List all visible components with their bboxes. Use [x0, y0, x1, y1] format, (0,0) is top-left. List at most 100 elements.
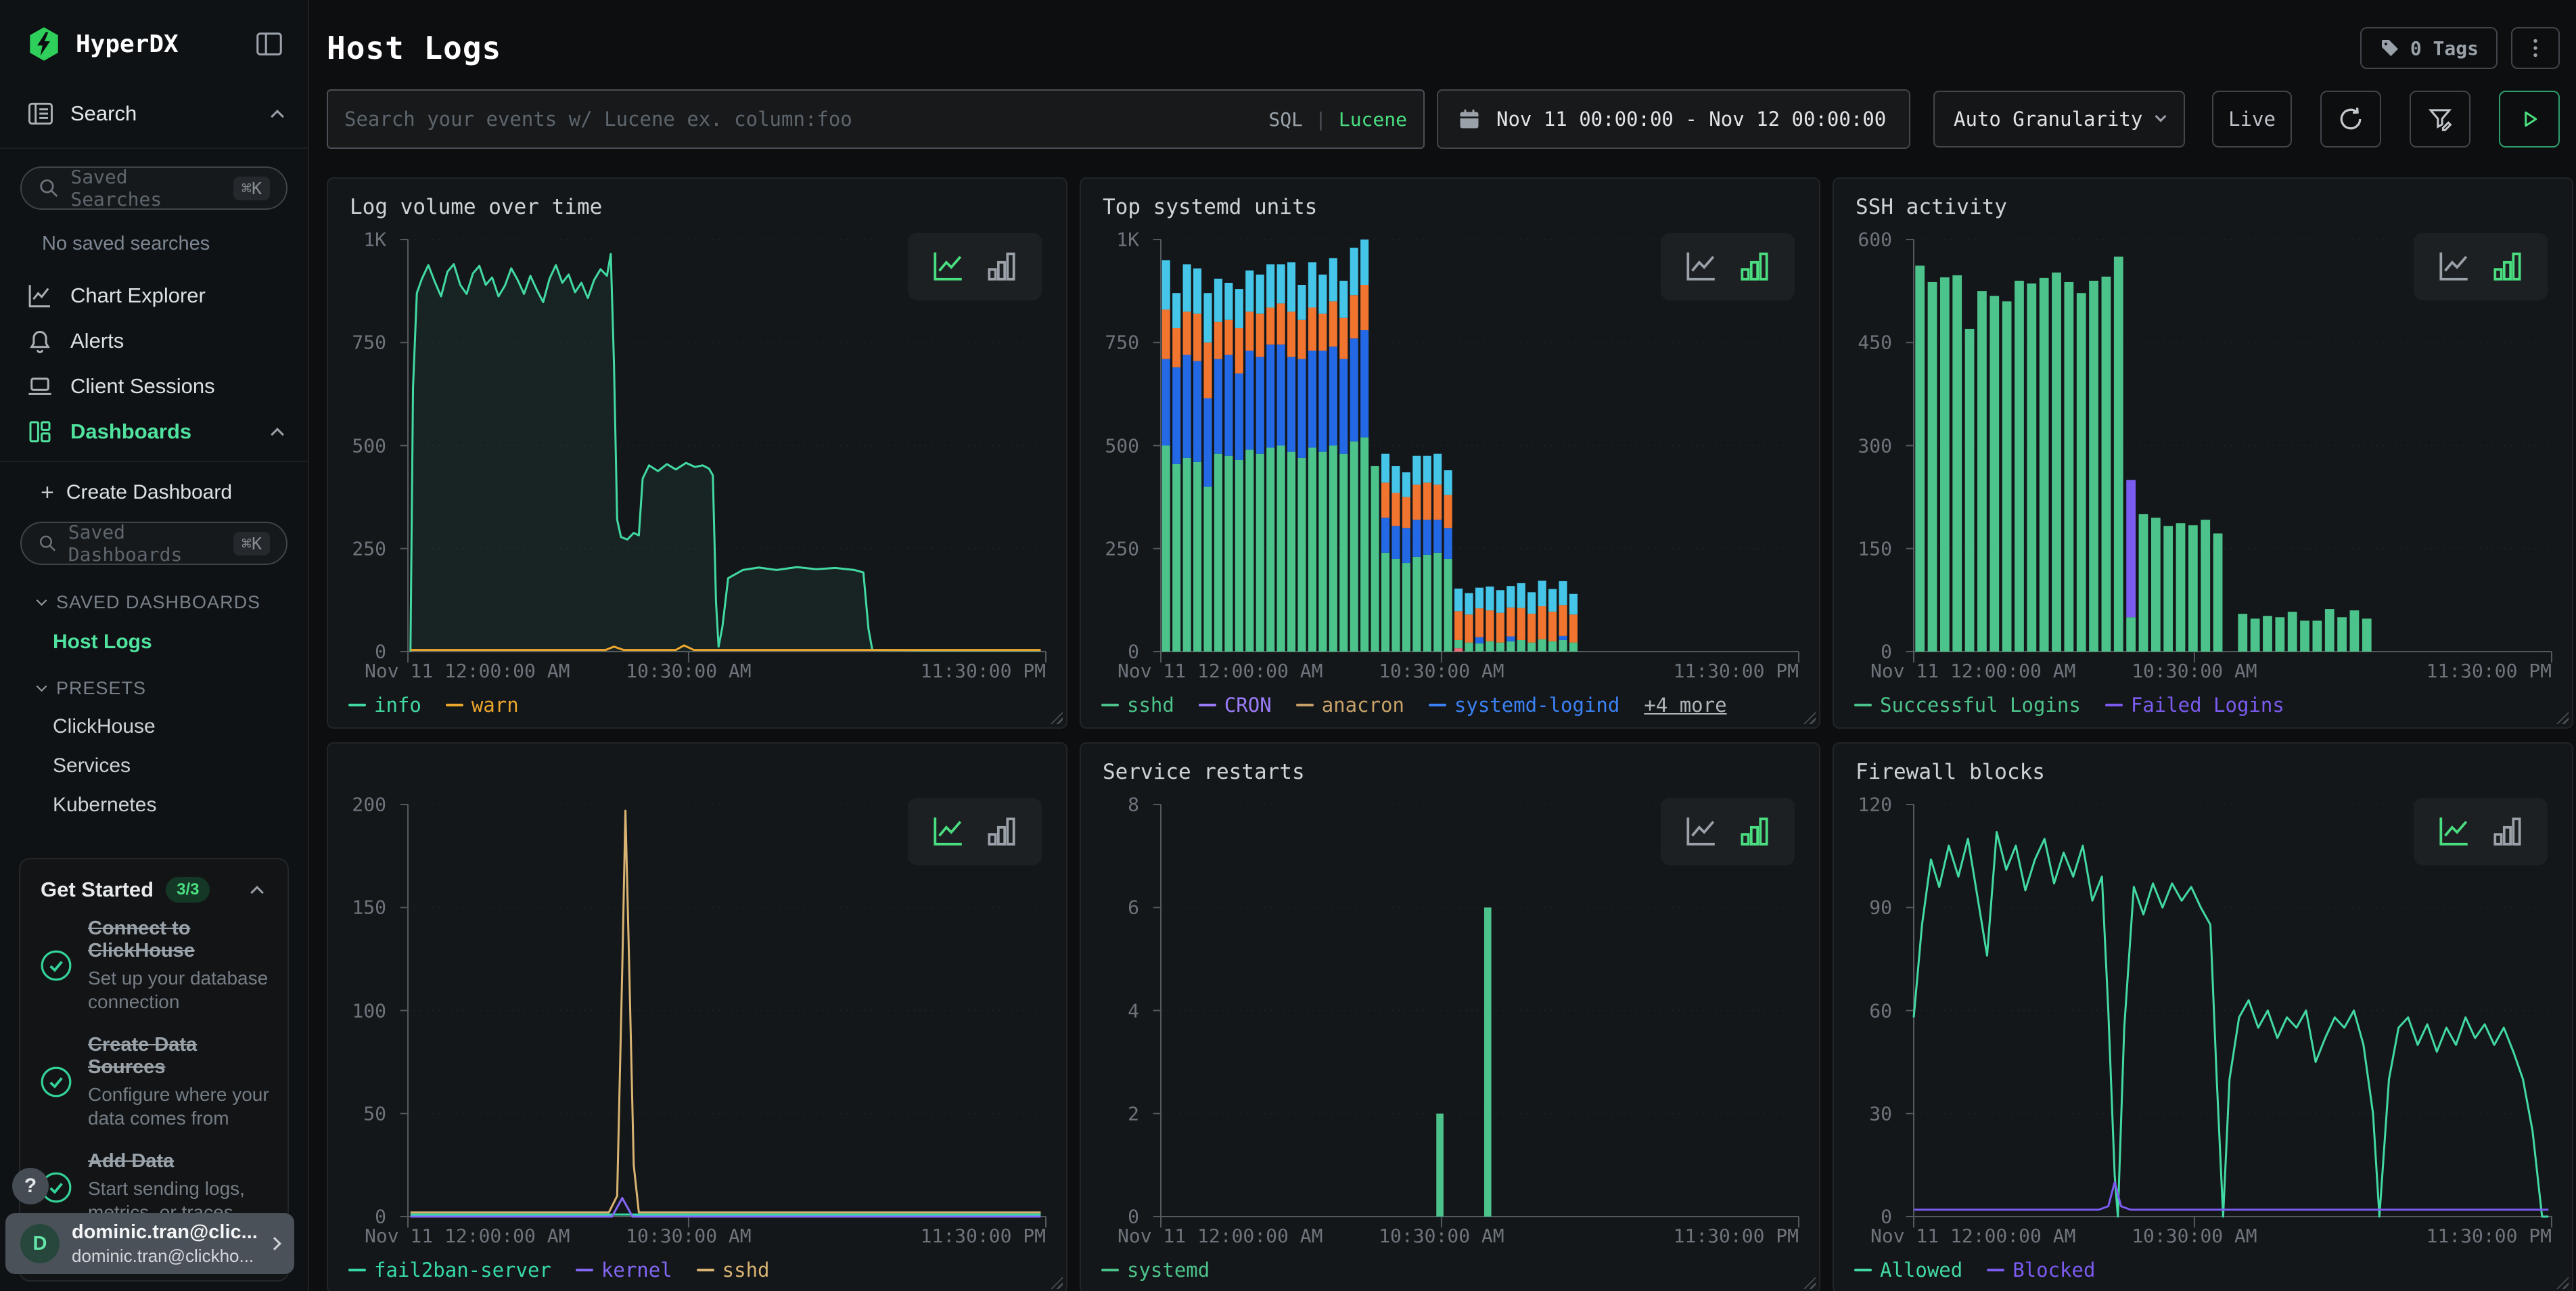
legend-item[interactable]: warn — [446, 694, 519, 717]
resize-handle[interactable] — [1803, 712, 1816, 724]
bar-chart-icon[interactable] — [1736, 248, 1774, 286]
chart-plot — [1914, 805, 2552, 1217]
legend-item[interactable]: sshd — [697, 1259, 770, 1282]
laptop-icon — [26, 372, 54, 401]
get-started-item-sources[interactable]: Create Data Sources Configure where your… — [20, 1034, 288, 1130]
legend-item[interactable]: info — [348, 694, 421, 717]
x-axis-label: 10:30:00 AM — [2132, 1225, 2257, 1247]
resize-handle[interactable] — [1803, 1277, 1816, 1289]
line-chart-icon[interactable] — [2435, 248, 2472, 286]
sql-toggle[interactable]: SQL — [1268, 108, 1303, 131]
legend-item[interactable]: systemd — [1101, 1259, 1210, 1282]
tags-button[interactable]: 0 Tags — [2360, 27, 2498, 69]
chart-type-toggle[interactable] — [2414, 233, 2548, 300]
line-chart-icon[interactable] — [929, 248, 967, 286]
x-axis-labels: Nov 11 12:00:00 AM10:30:00 AM11:30:00 PM — [408, 1225, 1046, 1250]
legend-label: sshd — [1127, 694, 1174, 717]
chevron-up-icon[interactable] — [271, 428, 284, 441]
legend-item[interactable]: kernel — [576, 1259, 672, 1282]
page-title: Host Logs — [327, 30, 501, 66]
chevron-up-icon[interactable] — [271, 110, 284, 123]
legend-item[interactable]: Failed Logins — [2105, 694, 2284, 717]
resize-handle[interactable] — [1051, 712, 1063, 724]
bar-chart-icon[interactable] — [1736, 813, 1774, 851]
query-language-toggle[interactable]: SQL | Lucene — [1268, 108, 1407, 131]
charts-grid: Log volume over time1K7505002500Nov 11 1… — [327, 177, 2576, 1291]
help-button[interactable]: ? — [12, 1168, 49, 1204]
resize-handle[interactable] — [1051, 1277, 1063, 1289]
chart-card-auth-lines: 200150100500Nov 11 12:00:00 AM10:30:00 A… — [327, 742, 1067, 1291]
legend-item[interactable]: systemd-logind — [1429, 694, 1619, 717]
chart-type-toggle[interactable] — [1661, 798, 1795, 865]
sidebar-item-host-logs[interactable]: Host Logs — [0, 631, 308, 654]
legend-item[interactable]: anacron — [1296, 694, 1404, 717]
line-chart-icon[interactable] — [1682, 248, 1720, 286]
date-range-picker[interactable]: Nov 11 00:00:00 - Nov 12 00:00:00 — [1437, 89, 1910, 149]
get-started-item-title: Add Data — [88, 1150, 271, 1173]
get-started-header[interactable]: Get Started 3/3 — [20, 859, 288, 918]
chart-title: SSH activity — [1856, 195, 2007, 219]
chart-type-toggle[interactable] — [1661, 233, 1795, 300]
legend-item[interactable]: Successful Logins — [1854, 694, 2081, 717]
line-chart-icon[interactable] — [1682, 813, 1720, 851]
sidebar-item-client-sessions[interactable]: Client Sessions — [0, 363, 308, 409]
no-saved-searches-text: No saved searches — [42, 233, 308, 255]
lucene-toggle[interactable]: Lucene — [1339, 108, 1407, 131]
bar-chart-icon[interactable] — [983, 813, 1021, 851]
sidebar-item-chart-explorer[interactable]: Chart Explorer — [0, 273, 308, 318]
y-axis-label: 300 — [1858, 434, 1892, 457]
bar-chart-icon[interactable] — [2489, 248, 2527, 286]
calendar-icon — [1457, 107, 1481, 131]
sidebar-item-dashboards[interactable]: Dashboards — [0, 409, 308, 454]
refresh-button[interactable] — [2320, 91, 2381, 148]
x-axis-label: Nov 11 12:00:00 AM — [365, 660, 570, 682]
chevron-down-icon — [2155, 111, 2167, 122]
granularity-select[interactable]: Auto Granularity — [1933, 91, 2185, 148]
user-menu[interactable]: D dominic.tran@clic... dominic.tran@clic… — [5, 1213, 294, 1274]
legend-item[interactable]: fail2ban-server — [348, 1259, 551, 1282]
bar-chart-icon[interactable] — [2489, 813, 2527, 851]
sidebar-item-label: Client Sessions — [70, 374, 215, 399]
legend-item[interactable]: sshd — [1101, 694, 1174, 717]
chart-legend: Allowed Blocked — [1854, 1259, 2095, 1282]
get-started-item-desc: Set up your database connection — [88, 966, 271, 1014]
sidebar-item-services[interactable]: Services — [0, 754, 308, 777]
sidebar-item-kubernetes[interactable]: Kubernetes — [0, 794, 308, 817]
legend-item[interactable]: Blocked — [1987, 1259, 2095, 1282]
y-axis-label: 750 — [1105, 332, 1139, 354]
legend-item[interactable]: +4 more — [1644, 694, 1726, 717]
saved-dashboards-header[interactable]: SAVED DASHBOARDS — [0, 592, 308, 613]
y-axis-labels: 1K7505002500 — [1081, 240, 1151, 652]
legend-swatch — [1296, 704, 1314, 706]
chart-type-toggle[interactable] — [908, 233, 1042, 300]
line-chart-icon[interactable] — [2435, 813, 2472, 851]
resize-handle[interactable] — [2556, 712, 2569, 724]
sidebar-item-search[interactable]: Search — [0, 99, 308, 149]
get-started-item-connect[interactable]: Connect to ClickHouse Set up your databa… — [20, 918, 288, 1014]
live-button[interactable]: Live — [2212, 91, 2292, 148]
filter-button[interactable] — [2410, 91, 2470, 148]
bar-chart-icon[interactable] — [983, 248, 1021, 286]
chevron-down-icon — [37, 595, 47, 606]
line-chart-icon[interactable] — [929, 813, 967, 851]
saved-dashboards-input[interactable]: Saved Dashboards ⌘K — [20, 522, 288, 565]
user-email: dominic.tran@clickho... — [72, 1246, 258, 1267]
more-options-button[interactable] — [2511, 27, 2560, 69]
sidebar-item-clickhouse[interactable]: ClickHouse — [0, 715, 308, 738]
legend-item[interactable]: CRON — [1199, 694, 1272, 717]
sidebar-item-alerts[interactable]: Alerts — [0, 318, 308, 363]
chevron-up-icon[interactable] — [250, 886, 264, 899]
event-search-input[interactable]: Search your events w/ Lucene ex. column:… — [327, 89, 1425, 149]
get-started-item-title: Connect to ClickHouse — [88, 918, 271, 962]
collapse-sidebar-icon[interactable] — [254, 28, 285, 60]
create-dashboard-button[interactable]: + Create Dashboard — [0, 473, 308, 512]
saved-searches-input[interactable]: Saved Searches ⌘K — [20, 166, 288, 210]
chart-type-toggle[interactable] — [2414, 798, 2548, 865]
legend-item[interactable]: Allowed — [1854, 1259, 1962, 1282]
presets-header[interactable]: PRESETS — [0, 678, 308, 699]
chart-type-toggle[interactable] — [908, 798, 1042, 865]
sidebar-item-label: Alerts — [70, 329, 124, 353]
run-query-button[interactable] — [2499, 91, 2560, 148]
chart-plot — [408, 240, 1046, 652]
resize-handle[interactable] — [2556, 1277, 2569, 1289]
